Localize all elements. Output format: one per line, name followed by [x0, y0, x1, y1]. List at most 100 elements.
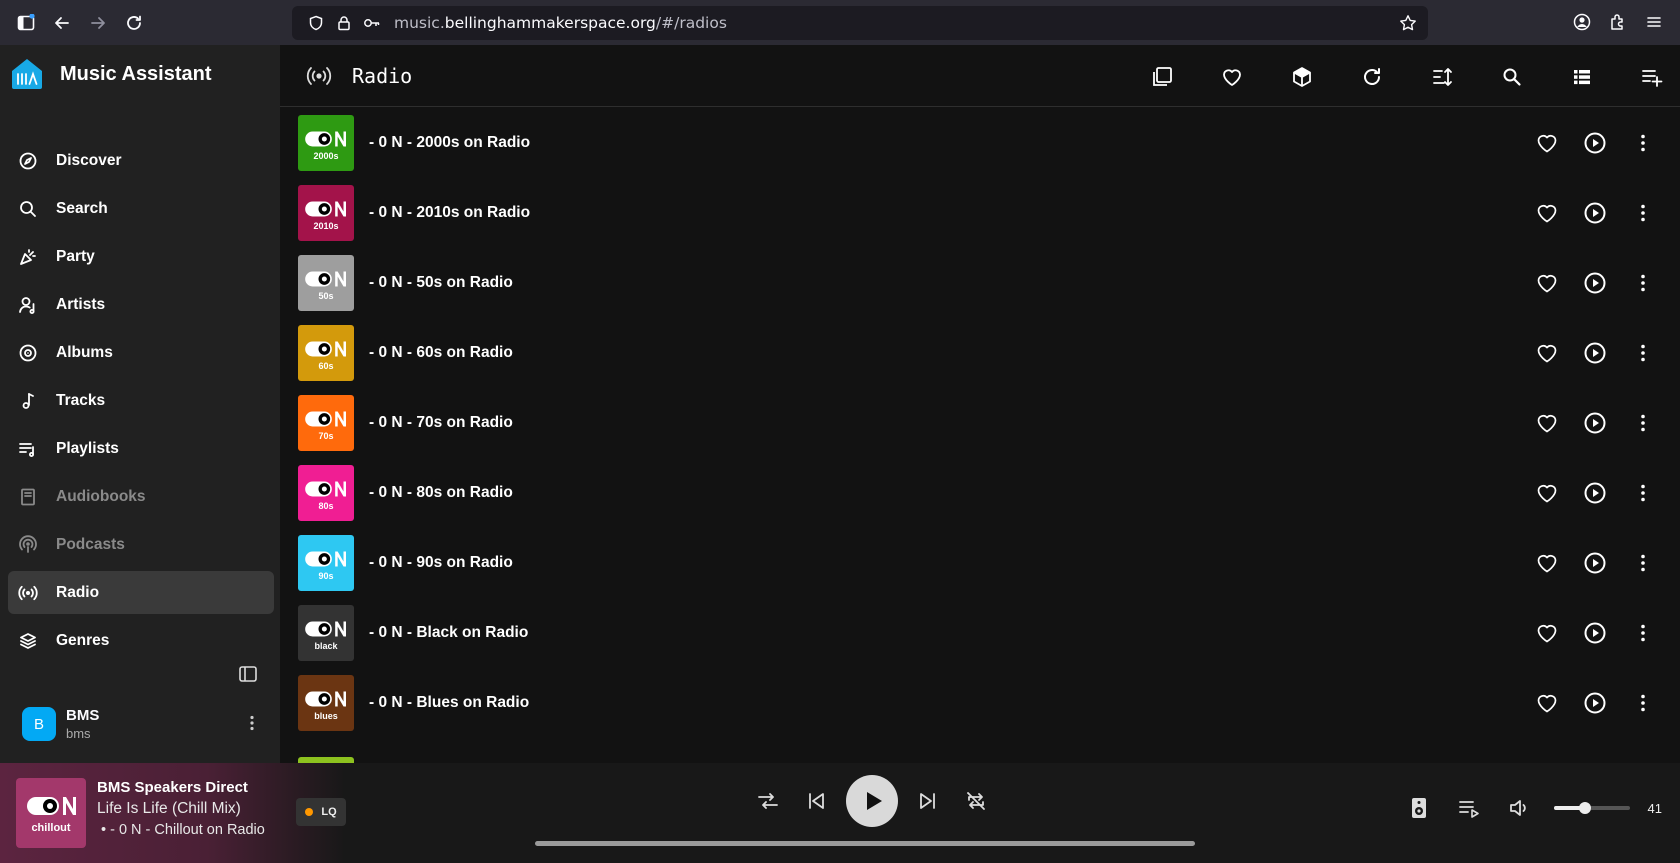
sidebar-item-search[interactable]: Search — [8, 187, 274, 230]
select-multiple-icon[interactable] — [1144, 59, 1180, 95]
address-bar[interactable]: music.bellinghammakerspace.org/#/radios — [292, 6, 1428, 40]
forward-icon[interactable] — [80, 5, 116, 41]
station-thumbnail[interactable]: 90s — [298, 535, 354, 591]
favorite-heart-icon[interactable] — [1534, 200, 1560, 226]
shuffle-icon[interactable] — [750, 783, 786, 819]
play-circle-icon[interactable] — [1582, 480, 1608, 506]
list-item[interactable]: 2010s - 0 N - 2010s on Radio — [280, 178, 1680, 248]
speaker-icon[interactable] — [1404, 793, 1434, 823]
more-vertical-icon[interactable] — [1630, 130, 1656, 156]
previous-track-icon[interactable] — [798, 783, 834, 819]
list-view-icon[interactable] — [1564, 59, 1600, 95]
sidebar-item-party[interactable]: Party — [8, 235, 274, 278]
play-circle-icon[interactable] — [1582, 130, 1608, 156]
sidebar-toggle-icon[interactable] — [8, 5, 44, 41]
back-icon[interactable] — [44, 5, 80, 41]
list-item[interactable]: black - 0 N - Black on Radio — [280, 598, 1680, 668]
volume-slider[interactable] — [1553, 802, 1630, 814]
more-vertical-icon[interactable] — [1630, 550, 1656, 576]
station-thumbnail[interactable]: 60s — [298, 325, 354, 381]
favorite-heart-icon[interactable] — [1534, 410, 1560, 436]
now-playing[interactable]: chillout BMS Speakers Direct Life Is Lif… — [0, 763, 345, 863]
list-item[interactable]: 90s - 0 N - 90s on Radio — [280, 528, 1680, 598]
sidebar-item-genres[interactable]: Genres — [8, 619, 274, 662]
sidebar-item-podcasts[interactable]: Podcasts — [8, 523, 274, 566]
more-vertical-icon[interactable] — [1630, 480, 1656, 506]
station-thumbnail[interactable]: 2000s — [298, 115, 354, 171]
play-circle-icon[interactable] — [1582, 200, 1608, 226]
reload-icon[interactable] — [116, 5, 152, 41]
station-thumbnail[interactable]: blues — [298, 675, 354, 731]
sidebar-item-artists[interactable]: Artists — [8, 283, 274, 326]
shield-icon[interactable] — [302, 9, 330, 37]
station-thumbnail[interactable]: 80s — [298, 465, 354, 521]
sidebar-item-audiobooks[interactable]: Audiobooks — [8, 475, 274, 518]
now-playing-artwork[interactable]: chillout — [16, 778, 86, 848]
list-item[interactable]: blues - 0 N - Blues on Radio — [280, 668, 1680, 738]
bookmark-star-icon[interactable] — [1394, 9, 1422, 37]
favorites-heart-icon[interactable] — [1214, 59, 1250, 95]
play-circle-icon[interactable] — [1582, 270, 1608, 296]
extensions-icon[interactable] — [1600, 4, 1636, 40]
url-text[interactable]: music.bellinghammakerspace.org/#/radios — [394, 14, 727, 32]
play-circle-icon[interactable] — [1582, 340, 1608, 366]
more-vertical-icon[interactable] — [1630, 690, 1656, 716]
search-icon[interactable] — [1494, 59, 1530, 95]
sidebar-item-albums[interactable]: Albums — [8, 331, 274, 374]
refresh-icon[interactable] — [1354, 59, 1390, 95]
play-circle-icon[interactable] — [1582, 690, 1608, 716]
station-title[interactable]: - 0 N - Black on Radio — [369, 624, 528, 642]
play-circle-icon[interactable] — [1582, 410, 1608, 436]
quality-badge[interactable]: LQ — [296, 798, 346, 826]
library-cube-icon[interactable] — [1284, 59, 1320, 95]
play-button[interactable] — [846, 775, 898, 827]
next-track-icon[interactable] — [910, 783, 946, 819]
more-vertical-icon[interactable] — [1630, 200, 1656, 226]
player-device-name[interactable]: BMS Speakers Direct — [97, 779, 265, 796]
favorite-heart-icon[interactable] — [1534, 480, 1560, 506]
list-item[interactable]: 70s - 0 N - 70s on Radio — [280, 388, 1680, 458]
play-circle-icon[interactable] — [1582, 620, 1608, 646]
favorite-heart-icon[interactable] — [1534, 550, 1560, 576]
more-vertical-icon[interactable] — [1630, 340, 1656, 366]
station-thumbnail[interactable]: 50s — [298, 255, 354, 311]
progress-scrollbar[interactable] — [535, 841, 1195, 846]
list-item[interactable]: 50s - 0 N - 50s on Radio — [280, 248, 1680, 318]
more-vertical-icon[interactable] — [1630, 410, 1656, 436]
favorite-heart-icon[interactable] — [1534, 130, 1560, 156]
favorite-heart-icon[interactable] — [1534, 690, 1560, 716]
queue-icon[interactable] — [1454, 793, 1484, 823]
station-title[interactable]: - 0 N - 70s on Radio — [369, 414, 513, 432]
lock-icon[interactable] — [330, 9, 358, 37]
brand[interactable]: Music Assistant — [10, 57, 212, 91]
volume-icon[interactable] — [1504, 793, 1534, 823]
station-thumbnail[interactable]: 70s — [298, 395, 354, 451]
station-thumbnail[interactable]: black — [298, 605, 354, 661]
station-title[interactable]: - 0 N - 60s on Radio — [369, 344, 513, 362]
menu-hamburger-icon[interactable] — [1636, 4, 1672, 40]
volume-knob[interactable] — [1578, 802, 1591, 814]
sidebar-item-tracks[interactable]: Tracks — [8, 379, 274, 422]
station-title[interactable]: - 0 N - 2000s on Radio — [369, 134, 530, 152]
list-item[interactable]: 2000s - 0 N - 2000s on Radio — [280, 108, 1680, 178]
list-item[interactable]: 80s - 0 N - 80s on Radio — [280, 458, 1680, 528]
sidebar-item-discover[interactable]: Discover — [8, 139, 274, 182]
favorite-heart-icon[interactable] — [1534, 620, 1560, 646]
add-to-playlist-icon[interactable] — [1634, 59, 1670, 95]
key-icon[interactable] — [358, 9, 386, 37]
station-title[interactable]: - 0 N - 90s on Radio — [369, 554, 513, 572]
play-circle-icon[interactable] — [1582, 550, 1608, 576]
station-title[interactable]: - 0 N - 50s on Radio — [369, 274, 513, 292]
collapse-sidebar-icon[interactable] — [236, 662, 260, 686]
sidebar-item-playlists[interactable]: Playlists — [8, 427, 274, 470]
station-title[interactable]: - 0 N - 80s on Radio — [369, 484, 513, 502]
sort-icon[interactable] — [1424, 59, 1460, 95]
station-title[interactable]: - 0 N - 2010s on Radio — [369, 204, 530, 222]
list-item[interactable]: 60s - 0 N - 60s on Radio — [280, 318, 1680, 388]
more-vertical-icon[interactable] — [242, 713, 262, 733]
user-account[interactable]: B BMS bms — [22, 707, 262, 741]
account-icon[interactable] — [1564, 4, 1600, 40]
station-title[interactable]: - 0 N - Blues on Radio — [369, 694, 529, 712]
repeat-off-icon[interactable] — [958, 783, 994, 819]
more-vertical-icon[interactable] — [1630, 620, 1656, 646]
